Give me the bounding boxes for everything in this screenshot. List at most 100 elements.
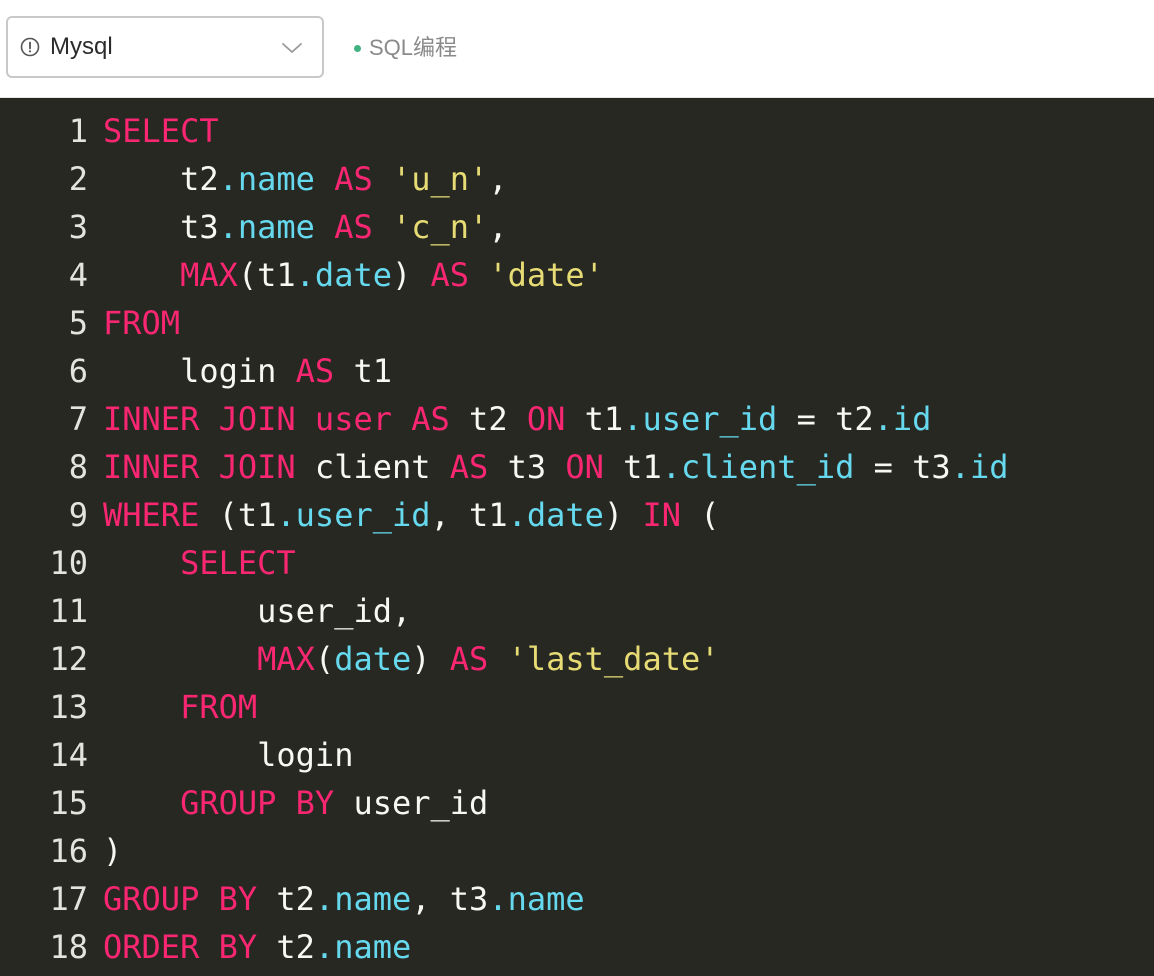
line-number: 9 [68,496,88,534]
code-text: MAX(t1.date) AS 'date' [103,251,604,299]
code-token: t2 [257,880,315,918]
code-token: .name [488,880,585,918]
line-number: 3 [68,208,88,246]
line-number: 12 [49,640,88,678]
code-token: .name [218,160,315,198]
code-token: AS [334,160,373,198]
code-token: INNER [103,400,200,438]
line-number: 15 [49,784,88,822]
code-token: = t2 [777,400,874,438]
code-token: (t1 [237,256,296,294]
category-tag-label: SQL编程 [369,35,458,60]
code-token: BY [295,784,335,822]
info-circle-icon [20,37,40,57]
line-number: 2 [68,160,88,198]
code-token: .user_id [276,496,431,534]
code-token: GROUP [180,784,277,822]
code-token: user_id [334,784,489,822]
code-token: (t1 [199,496,277,534]
code-token: AS [430,256,470,294]
code-token: 'date' [488,256,604,294]
code-token: .date [507,496,604,534]
code-token: .name [218,208,315,246]
line-number: 8 [68,448,88,486]
code-token: ORDER [103,928,200,966]
code-token: AS [295,352,335,390]
code-text: t2.name AS 'u_n', [103,155,508,203]
code-token: .user_id [623,400,778,438]
code-text: GROUP BY user_id [103,779,488,827]
code-text: login AS t1 [103,347,392,395]
chevron-down-icon [282,43,302,53]
code-text: INNER JOIN client AS t3 ON t1.client_id … [103,443,1008,491]
code-token: = t3 [854,448,951,486]
code-token: MAX [180,256,238,294]
code-token: JOIN [218,448,296,486]
code-token: login [103,736,354,774]
code-token: FROM [103,304,181,342]
line-number: 16 [49,832,88,870]
code-text: user_id, [103,587,411,635]
code-token: INNER [103,448,200,486]
code-token: GROUP [103,880,200,918]
code-token: MAX [257,640,315,678]
code-token: client [295,448,450,486]
code-token: AS [449,640,489,678]
language-select-value: Mysql [50,33,113,60]
code-token: 'c_n' [391,208,489,246]
code-token: ON [526,400,566,438]
code-text: ) [103,827,122,875]
category-tag: SQL编程 [354,33,457,63]
code-token: ( [314,640,335,678]
status-dot [354,44,361,52]
code-token: AS [449,448,489,486]
line-number: 11 [49,592,88,630]
line-number: 14 [49,736,88,774]
code-token: .name [314,880,412,918]
line-number: 5 [68,304,88,342]
code-text: GROUP BY t2.name, t3.name [103,875,585,923]
line-number: 13 [49,688,88,726]
code-editor[interactable]: 1 SELECT 2 t2.name AS 'u_n', 3 t3.name AS '… [0,98,1154,976]
code-token: WHERE [103,496,200,534]
code-token: ) [411,640,450,678]
code-token: date [334,640,412,678]
code-token: user_id, [103,592,412,630]
code-token: IN [642,496,681,534]
code-token: SELECT [103,112,219,150]
code-text: FROM [103,683,257,731]
code-token: ) [391,256,431,294]
code-token: ) [603,496,643,534]
code-token: AS [334,208,373,246]
line-number: 18 [49,928,88,966]
editor-toolbar: Mysql SQL编程 [0,0,1154,98]
code-token: , [488,208,508,246]
code-token: t1 [603,448,662,486]
code-token: , t3 [411,880,489,918]
code-token: SELECT [180,544,296,582]
language-select[interactable]: Mysql [6,16,324,78]
line-number: 4 [68,256,88,294]
code-token: t1 [334,352,392,390]
code-token: t1 [565,400,624,438]
code-token: .name [314,928,412,966]
line-number: 10 [49,544,88,582]
code-token: BY [218,880,258,918]
code-text: FROM [103,299,180,347]
code-token: .client_id [661,448,855,486]
